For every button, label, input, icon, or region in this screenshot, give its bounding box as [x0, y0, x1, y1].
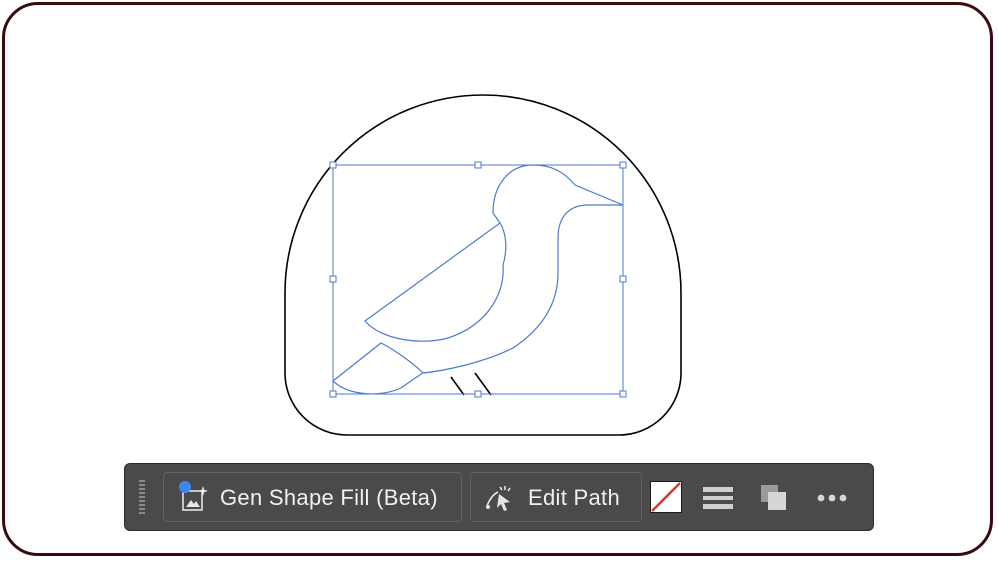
handle-top-right: [619, 161, 627, 169]
handle-bottom-right: [619, 390, 627, 398]
edit-path-button[interactable]: Edit Path: [470, 472, 642, 522]
edit-path-label: Edit Path: [528, 485, 620, 510]
bird-legs: [450, 372, 492, 396]
handle-middle-left: [329, 275, 337, 283]
handle-top-center: [474, 161, 482, 169]
gen-shape-fill-button[interactable]: Gen Shape Fill (Beta): [163, 472, 462, 522]
drag-handle-icon[interactable]: [139, 480, 145, 516]
handle-top-left: [329, 161, 337, 169]
handle-bottom-left: [329, 390, 337, 398]
handle-middle-right: [619, 275, 627, 283]
stroke-lines-icon[interactable]: [701, 481, 735, 515]
edit-path-icon: [486, 486, 511, 511]
more-options-icon[interactable]: [815, 481, 849, 515]
arrange-icon[interactable]: [757, 481, 791, 515]
gen-shape-fill-label: Gen Shape Fill (Beta): [220, 485, 438, 510]
contextual-task-bar: Gen Shape Fill (Beta) Edit Path: [124, 463, 874, 531]
bird-shape[interactable]: [332, 164, 624, 395]
handle-bottom-center: [474, 390, 482, 398]
status-dot: [179, 481, 191, 493]
none-slash-icon: [651, 482, 681, 512]
none-fill-swatch[interactable]: [650, 481, 682, 513]
